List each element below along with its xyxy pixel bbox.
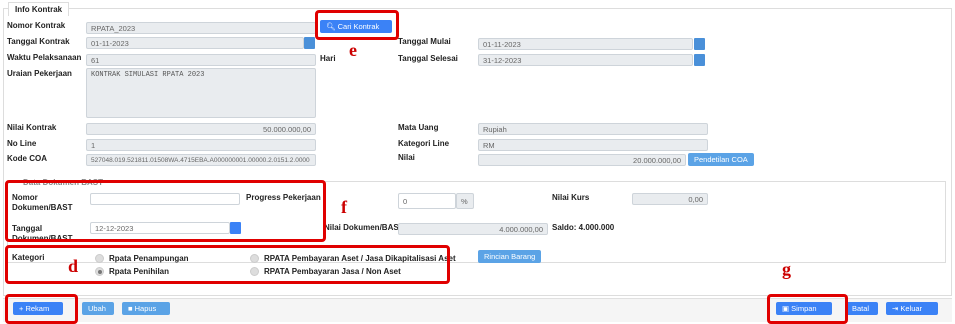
progress-unit: %: [456, 193, 474, 209]
annotation-label-e: e: [349, 40, 357, 60]
annotation-box-rekam: [5, 294, 78, 324]
nilai-kurs-input[interactable]: 0,00: [632, 193, 708, 205]
rincian-barang-button[interactable]: Rincian Barang: [478, 250, 542, 263]
exit-icon: ⇥: [892, 304, 901, 313]
annotation-label-d: d: [68, 256, 79, 276]
waktu-pelaksanaan-input[interactable]: 61: [86, 54, 316, 66]
nilai-label: Nilai: [398, 153, 415, 162]
nilai-dokumen-label: Nilai Dokumen/BAST: [324, 223, 404, 232]
nomor-kontrak-label: Nomor Kontrak: [7, 21, 66, 30]
batal-button[interactable]: Batal: [846, 302, 878, 315]
nilai-kontrak-label: Nilai Kontrak: [7, 123, 57, 132]
uraian-pekerjaan-label: Uraian Pekerjaan: [7, 69, 72, 78]
tanggal-kontrak-input[interactable]: 01-11-2023: [86, 37, 304, 49]
mata-uang-input[interactable]: Rupiah: [478, 123, 708, 135]
waktu-pelaksanaan-label: Waktu Pelaksanaan: [7, 53, 82, 62]
tab-info-kontrak[interactable]: Info Kontrak: [8, 2, 70, 16]
calendar-icon[interactable]: [304, 37, 315, 49]
annotation-box-e: [315, 10, 399, 40]
nomor-kontrak-input[interactable]: RPATA_2023: [86, 22, 316, 34]
kategori-line-input[interactable]: RM: [478, 139, 708, 151]
nilai-input[interactable]: 20.000.000,00: [478, 154, 686, 166]
kode-coa-input[interactable]: 527048.019.521811.01508WA.4715EBA.A00000…: [86, 154, 316, 166]
calendar-icon[interactable]: [694, 54, 705, 66]
nilai-kurs-label: Nilai Kurs: [552, 193, 590, 202]
trash-icon: ■: [128, 304, 135, 313]
keluar-button[interactable]: ⇥ Keluar: [886, 302, 938, 315]
tanggal-selesai-input[interactable]: 31-12-2023: [478, 54, 693, 66]
annotation-label-f: f: [341, 197, 347, 217]
saldo-label: Saldo: 4.000.000: [552, 223, 615, 232]
kategori-line-label: Kategori Line: [398, 139, 450, 148]
kode-coa-label: Kode COA: [7, 154, 47, 163]
uraian-pekerjaan-textarea[interactable]: KONTRAK SIMULASI RPATA 2023: [86, 68, 316, 118]
no-line-label: No Line: [7, 139, 37, 148]
nilai-dokumen-input[interactable]: 4.000.000,00: [398, 223, 548, 235]
annotation-label-g: g: [782, 259, 791, 279]
nilai-kontrak-input[interactable]: 50.000.000,00: [86, 123, 316, 135]
tanggal-mulai-label: Tanggal Mulai: [398, 37, 451, 46]
annotation-box-f: [5, 180, 326, 242]
tanggal-selesai-label: Tanggal Selesai: [398, 54, 458, 63]
hapus-button[interactable]: ■ Hapus: [122, 302, 170, 315]
ubah-button[interactable]: Ubah: [82, 302, 114, 315]
pendetilan-coa-button[interactable]: Pendetilan COA: [688, 153, 754, 166]
no-line-input[interactable]: 1: [86, 139, 316, 151]
calendar-icon[interactable]: [694, 38, 705, 50]
annotation-box-g: [767, 294, 848, 324]
tanggal-mulai-input[interactable]: 01-11-2023: [478, 38, 693, 50]
progress-input[interactable]: 0: [398, 193, 456, 209]
hari-label: Hari: [320, 54, 336, 63]
tanggal-kontrak-label: Tanggal Kontrak: [7, 37, 70, 46]
mata-uang-label: Mata Uang: [398, 123, 439, 132]
